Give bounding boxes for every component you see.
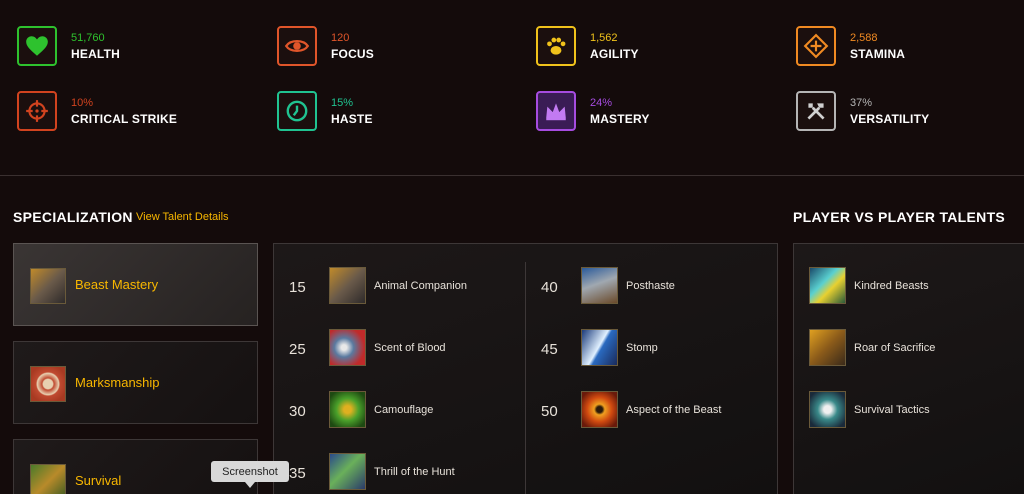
- survival-tactics-icon: [809, 391, 846, 428]
- talent-name: Survival Tactics: [854, 404, 930, 416]
- stat-value: 120: [331, 32, 350, 44]
- stat-critical-strike: 10% CRITICAL STRIKE: [0, 65, 240, 131]
- scent-of-blood-icon: [329, 329, 366, 366]
- stat-versatility: 37% VERSATILITY: [779, 65, 1019, 131]
- talent-level: 45: [541, 341, 558, 358]
- stat-value: 15%: [331, 97, 354, 109]
- eye-icon: [277, 26, 317, 66]
- stat-name: STAMINA: [850, 47, 906, 61]
- clock-icon: [277, 91, 317, 131]
- talent-row[interactable]: 40 Posthaste: [541, 267, 771, 307]
- stat-mastery: 24% MASTERY: [519, 65, 759, 131]
- talent-name: Roar of Sacrifice: [854, 342, 936, 354]
- talent-row[interactable]: 25 Scent of Blood: [289, 329, 519, 369]
- talent-name: Aspect of the Beast: [626, 404, 722, 416]
- pvp-talent-row[interactable]: Roar of Sacrifice: [809, 329, 1009, 369]
- spec-card-beast-mastery[interactable]: Beast Mastery: [13, 243, 258, 326]
- talent-level: 25: [289, 341, 306, 358]
- talent-row[interactable]: 15 Animal Companion: [289, 267, 519, 307]
- posthaste-icon: [581, 267, 618, 304]
- spec-card-marksmanship[interactable]: Marksmanship: [13, 341, 258, 424]
- roar-of-sacrifice-icon: [809, 329, 846, 366]
- section-divider: [0, 175, 1024, 176]
- stat-stamina: 2,588 STAMINA: [779, 0, 1019, 66]
- stat-focus: 120 FOCUS: [260, 0, 500, 66]
- stats-panel: 51,760 HEALTH 120 FOCUS 1,562 AGILITY 2,…: [0, 0, 1024, 176]
- talents-column-separator: [525, 262, 526, 494]
- specialization-title: SPECIALIZATION: [13, 209, 133, 225]
- stat-value: 10%: [71, 97, 94, 109]
- pvp-talents-title: PLAYER VS PLAYER TALENTS: [793, 209, 1006, 225]
- talent-name: Thrill of the Hunt: [374, 466, 455, 478]
- talent-row[interactable]: 30 Camouflage: [289, 391, 519, 431]
- paw-icon: [536, 26, 576, 66]
- thrill-of-the-hunt-icon: [329, 453, 366, 490]
- talent-name: Posthaste: [626, 280, 675, 292]
- stat-agility: 1,562 AGILITY: [519, 0, 759, 66]
- stat-name: HEALTH: [71, 47, 120, 61]
- stat-value: 2,588: [850, 32, 878, 44]
- stat-name: AGILITY: [590, 47, 639, 61]
- crown-icon: [536, 91, 576, 131]
- pvp-talent-row[interactable]: Kindred Beasts: [809, 267, 1009, 307]
- view-talent-details-link[interactable]: View Talent Details: [136, 211, 229, 223]
- talent-level: 35: [289, 465, 306, 482]
- animal-companion-icon: [329, 267, 366, 304]
- stat-health: 51,760 HEALTH: [0, 0, 240, 66]
- stat-value: 1,562: [590, 32, 618, 44]
- heart-icon: [17, 26, 57, 66]
- spec-label: Marksmanship: [75, 375, 160, 390]
- aspect-of-the-beast-icon: [581, 391, 618, 428]
- tools-icon: [796, 91, 836, 131]
- stat-name: VERSATILITY: [850, 112, 930, 126]
- stomp-icon: [581, 329, 618, 366]
- survival-icon: [30, 464, 66, 494]
- kindred-beasts-icon: [809, 267, 846, 304]
- talent-level: 15: [289, 279, 306, 296]
- crosshair-icon: [17, 91, 57, 131]
- stat-value: 24%: [590, 97, 613, 109]
- talent-row[interactable]: 45 Stomp: [541, 329, 771, 369]
- stat-name: FOCUS: [331, 47, 374, 61]
- stamina-icon: [796, 26, 836, 66]
- talent-row[interactable]: 50 Aspect of the Beast: [541, 391, 771, 431]
- talent-name: Scent of Blood: [374, 342, 446, 354]
- stat-haste: 15% HASTE: [260, 65, 500, 131]
- stat-value: 37%: [850, 97, 873, 109]
- stat-value: 51,760: [71, 32, 105, 44]
- pvp-talent-row[interactable]: Survival Tactics: [809, 391, 1009, 431]
- camouflage-icon: [329, 391, 366, 428]
- stat-name: CRITICAL STRIKE: [71, 112, 178, 126]
- beast-mastery-icon: [30, 268, 66, 304]
- talent-level: 40: [541, 279, 558, 296]
- spec-label: Beast Mastery: [75, 277, 159, 292]
- marksmanship-icon: [30, 366, 66, 402]
- talent-name: Kindred Beasts: [854, 280, 929, 292]
- stat-name: HASTE: [331, 112, 373, 126]
- screenshot-tooltip: Screenshot: [211, 461, 289, 488]
- talent-name: Animal Companion: [374, 280, 467, 292]
- stat-name: MASTERY: [590, 112, 650, 126]
- talent-name: Camouflage: [374, 404, 434, 416]
- talent-level: 30: [289, 403, 306, 420]
- talent-row[interactable]: 35 Thrill of the Hunt: [289, 453, 519, 493]
- talent-name: Stomp: [626, 342, 658, 354]
- talent-level: 50: [541, 403, 558, 420]
- spec-label: Survival: [75, 473, 122, 488]
